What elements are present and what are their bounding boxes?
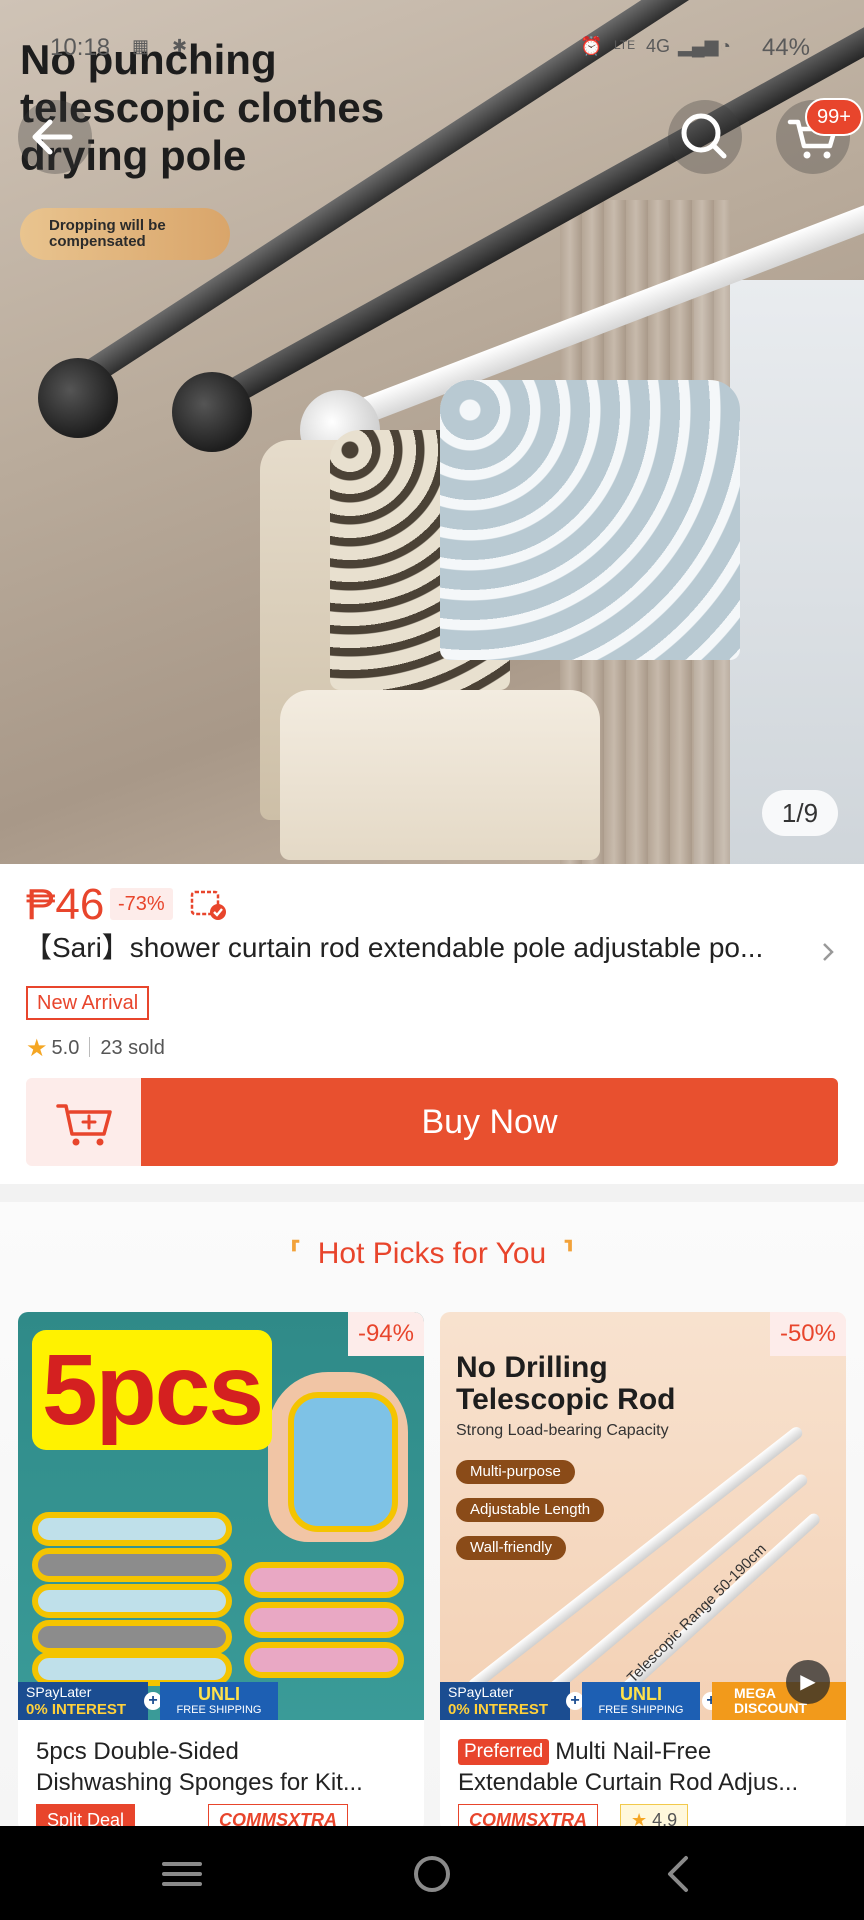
buy-now-button[interactable]: Buy Now xyxy=(141,1078,838,1166)
battery-level: 44% xyxy=(761,34,810,61)
status-time: 10:18 xyxy=(50,34,111,61)
back-arrow-icon xyxy=(32,119,73,155)
heading-deco-right-icon: ⸣ xyxy=(562,1237,574,1270)
alarm-icon: ⏰ xyxy=(580,36,603,56)
sold-count: 23 sold xyxy=(100,1037,165,1059)
battery-icon: ◔ xyxy=(720,36,731,56)
preferred-badge: Preferred xyxy=(458,1739,550,1765)
search-button[interactable] xyxy=(668,100,742,174)
hot-picks-heading: ⸢ Hot Picks for You ⸣ xyxy=(0,1236,864,1271)
free-shipping-badge: UNLI FREE SHIPPING xyxy=(160,1682,278,1720)
calendar-icon: ▦ xyxy=(132,36,150,56)
voucher-icon xyxy=(190,890,226,920)
hot-picks-title: Hot Picks for You xyxy=(317,1237,547,1270)
feature-pill: Adjustable Length xyxy=(456,1498,605,1522)
play-icon[interactable]: ▶ xyxy=(786,1660,830,1704)
cart-count-badge: 99+ xyxy=(805,98,863,136)
free-shipping-badge: UNLI FREE SHIPPING xyxy=(582,1682,700,1720)
interest-label: 0% INTEREST xyxy=(448,1701,549,1718)
add-to-cart-icon xyxy=(56,1104,112,1146)
pole-cap-1 xyxy=(38,358,118,438)
discount-badge: -73% xyxy=(110,888,173,920)
jacket-cream xyxy=(280,690,600,860)
free-shipping-label: FREE SHIPPING xyxy=(598,1704,684,1716)
new-arrival-tag: New Arrival xyxy=(26,986,150,1020)
card-image-subtitle: Strong Load-bearing Capacity xyxy=(456,1422,669,1439)
sponge-layer xyxy=(32,1584,232,1618)
rating-row: ★ 5.0 23 sold xyxy=(26,1036,165,1061)
interest-label: 0% INTEREST xyxy=(26,1701,127,1718)
product-price: ₱46 xyxy=(26,880,105,929)
product-card[interactable]: No Drilling Telescopic Rod Strong Load-b… xyxy=(440,1312,846,1832)
search-icon xyxy=(681,113,727,159)
feature-pill: Multi-purpose xyxy=(456,1460,575,1484)
unli-label: UNLI xyxy=(620,1684,662,1704)
spaylater-label: SPayLater xyxy=(26,1684,92,1700)
notification-icon: ✱ xyxy=(172,36,188,56)
chevron-right-icon[interactable] xyxy=(816,934,840,970)
promo-strip: SPayLater 0% INTEREST + UNLI FREE SHIPPING… xyxy=(440,1682,846,1720)
status-bar: 10:18 ▦ ✱ ⏰ LTE 4G ▂▄▆ ◔ 44% xyxy=(0,30,864,70)
image-counter: 1/9 xyxy=(762,790,838,836)
card-title-line1: Multi Nail-Free xyxy=(555,1738,712,1765)
system-nav-bar xyxy=(0,1826,864,1920)
home-icon[interactable] xyxy=(408,1850,456,1898)
pole-cap-2 xyxy=(172,372,252,452)
menu-icon[interactable] xyxy=(158,1850,206,1898)
product-title[interactable]: 【Sari】shower curtain rod extendable pole… xyxy=(24,930,824,966)
heading-deco-left-icon: ⸢ xyxy=(290,1237,302,1270)
sponge-cloth xyxy=(288,1392,398,1532)
card-title-line1: 5pcs Double-Sided xyxy=(36,1738,239,1765)
volte-icon: LTE xyxy=(614,38,636,52)
card-image-text: 5pcs xyxy=(32,1330,272,1450)
add-to-cart-button[interactable] xyxy=(26,1078,142,1166)
card-title: 5pcs Double-Sided Dishwashing Sponges fo… xyxy=(36,1736,408,1798)
sponge-layer xyxy=(32,1512,232,1546)
feature-pill: Wall-friendly xyxy=(456,1536,566,1560)
rating-value: 5.0 xyxy=(51,1037,80,1059)
card-title-line2: Extendable Curtain Rod Adjus... xyxy=(458,1769,799,1796)
card-discount-badge: -50% xyxy=(769,1312,846,1356)
unli-label: UNLI xyxy=(198,1684,240,1704)
gallery-pill: Dropping will be compensated xyxy=(20,208,230,260)
product-page: No punching telescopic clothes drying po… xyxy=(0,0,864,1920)
free-shipping-label: FREE SHIPPING xyxy=(176,1704,262,1716)
star-icon: ★ xyxy=(26,1035,48,1062)
promo-strip: SPayLater 0% INTEREST + UNLI FREE SHIPPING xyxy=(18,1682,424,1720)
sponge-layer xyxy=(32,1548,232,1582)
card-image-title: No Drilling Telescopic Rod xyxy=(456,1351,676,1416)
sponge-pink xyxy=(244,1562,404,1598)
card-discount-badge: -94% xyxy=(347,1312,424,1356)
spaylater-badge: SPayLater 0% INTEREST xyxy=(18,1682,148,1720)
rating-divider xyxy=(89,1037,91,1057)
card-title: Preferred Multi Nail-Free Extendable Curt… xyxy=(458,1736,830,1798)
card-image: 5pcs SPayLater 0% INTEREST + UNLI FREE SHI… xyxy=(18,1312,424,1720)
sponge-layer xyxy=(32,1652,232,1686)
sponge-layer xyxy=(32,1620,232,1654)
product-card[interactable]: 5pcs SPayLater 0% INTEREST + UNLI FREE SHI… xyxy=(18,1312,424,1832)
spaylater-badge: SPayLater 0% INTEREST xyxy=(440,1682,570,1720)
card-image: No Drilling Telescopic Rod Strong Load-b… xyxy=(440,1312,846,1720)
sponge-pink xyxy=(244,1602,404,1638)
sweater-blue xyxy=(440,380,740,660)
card-title-line2: Dishwashing Sponges for Kit... xyxy=(36,1769,363,1796)
signal-icon: ▂▄▆ xyxy=(678,36,719,56)
back-nav-icon[interactable] xyxy=(656,1850,704,1898)
back-button[interactable] xyxy=(18,100,92,174)
spaylater-label: SPayLater xyxy=(448,1684,514,1700)
network-label: 4G xyxy=(646,36,671,56)
sponge-pink xyxy=(244,1642,404,1678)
